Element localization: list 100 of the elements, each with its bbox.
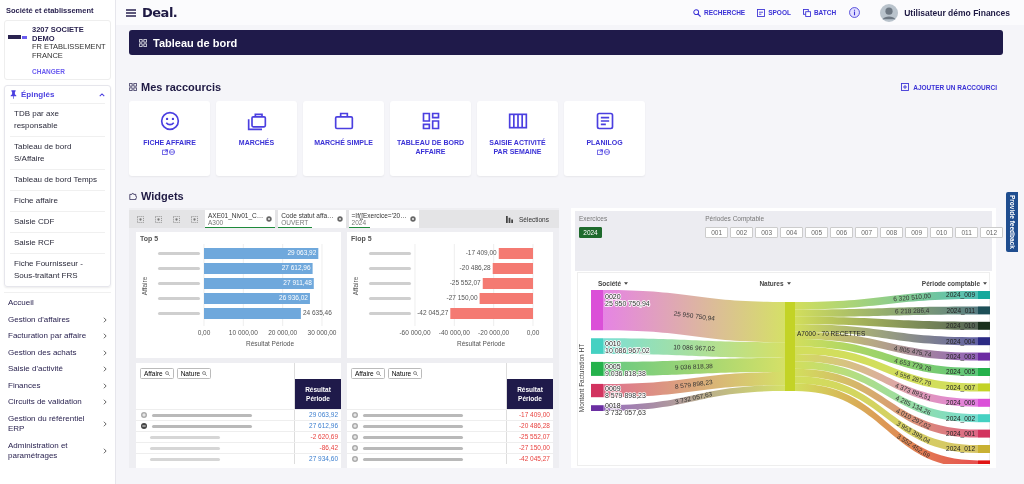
pinned-header[interactable]: Épinglés — [10, 86, 105, 103]
bar — [492, 263, 533, 274]
blurred-label — [369, 312, 411, 315]
pinned-item[interactable]: TDB par axe responsable — [10, 103, 105, 136]
caret-icon — [99, 92, 105, 97]
external-link-icon — [162, 149, 177, 155]
bar — [479, 293, 533, 304]
external-link-icon — [597, 149, 612, 155]
sankey-node[interactable] — [978, 337, 990, 346]
blurred-label — [150, 435, 220, 439]
caret-icon — [786, 282, 791, 285]
smiley-icon — [159, 111, 180, 131]
search-icon — [693, 8, 701, 17]
blurred-label — [150, 457, 220, 461]
chevron-icon — [103, 333, 107, 340]
columns-icon — [507, 111, 528, 131]
bar — [498, 248, 533, 259]
blurred-label — [158, 312, 200, 315]
search-icon — [164, 371, 170, 376]
sankey-node[interactable] — [978, 368, 990, 376]
chevron-icon — [103, 382, 107, 389]
chevron-icon — [103, 316, 107, 323]
sankey-node[interactable] — [978, 291, 990, 299]
dashboard-icon — [420, 111, 441, 131]
puzzle-icon — [129, 192, 137, 200]
section-title: Mes raccourcis — [141, 81, 222, 93]
user-name[interactable]: Utilisateur démo Finances — [904, 7, 1010, 18]
sankey-node[interactable] — [978, 352, 990, 361]
briefcase-icon — [333, 111, 354, 131]
list-icon — [757, 8, 766, 17]
search-icon — [375, 371, 381, 376]
sankey-node[interactable] — [978, 414, 990, 423]
dashboard-icon — [139, 38, 147, 47]
blurred-label — [369, 282, 411, 285]
clear-icon[interactable] — [409, 216, 416, 222]
search-icon — [202, 371, 208, 376]
blurred-label — [369, 252, 411, 255]
copy-icon — [802, 8, 811, 17]
chevron-icon — [103, 421, 107, 427]
pinned-item[interactable]: Fiche Fournisseur - Sous-traitant FRS — [10, 253, 105, 286]
tool-icon[interactable] — [173, 215, 180, 223]
blurred-label — [369, 297, 411, 300]
blurred-label — [150, 446, 220, 450]
sankey-node[interactable] — [591, 405, 603, 411]
pinned-item[interactable]: Saisie RCF — [10, 232, 105, 253]
sankey-node[interactable] — [978, 429, 990, 438]
blurred-label — [158, 252, 200, 255]
sankey-node[interactable] — [978, 321, 990, 330]
menu-item[interactable]: Gestion du référentiel ERP — [4, 410, 111, 438]
grid-icon — [129, 83, 137, 91]
menu-item[interactable]: Saisie d'activité — [4, 361, 111, 378]
info-icon[interactable] — [849, 7, 861, 18]
menu-item[interactable]: Facturation par affaire — [4, 328, 111, 345]
plus-icon — [901, 83, 910, 91]
sankey-node[interactable] — [591, 338, 603, 354]
expand-icon[interactable] — [141, 423, 147, 429]
chevron-icon — [103, 399, 107, 406]
sankey-node[interactable] — [591, 383, 603, 398]
menu-item[interactable]: Gestion des achats — [4, 344, 111, 361]
clear-icon[interactable] — [336, 216, 343, 222]
selections-icon — [506, 215, 513, 223]
tool-icon[interactable] — [137, 215, 144, 223]
caret-icon — [624, 282, 629, 285]
logo-icon — [8, 34, 28, 40]
section-title: Widgets — [141, 190, 184, 202]
pin-icon — [10, 90, 17, 99]
chevron-icon — [103, 349, 107, 356]
blurred-label — [158, 267, 200, 270]
menu-icon[interactable] — [126, 8, 136, 17]
chevron-icon — [103, 366, 107, 373]
sankey-node[interactable] — [978, 306, 990, 315]
menu-item[interactable]: Accueil — [4, 295, 111, 312]
blurred-label — [369, 267, 411, 270]
sankey-node[interactable] — [978, 383, 990, 392]
avatar-icon[interactable] — [880, 3, 899, 22]
pinned-item[interactable]: Tableau de bord S/Affaire — [10, 136, 105, 169]
menu-item[interactable]: Gestion d'affaires — [4, 311, 111, 328]
clear-icon[interactable] — [266, 216, 273, 222]
logo: Deal. — [142, 5, 178, 20]
bar — [482, 278, 533, 289]
sankey-node[interactable] — [978, 445, 990, 453]
search-icon — [413, 371, 419, 376]
pinned-item[interactable]: Saisie CDF — [10, 211, 105, 232]
menu-item[interactable]: Finances — [4, 377, 111, 394]
pinned-item[interactable]: Fiche affaire — [10, 190, 105, 211]
sankey-node[interactable] — [591, 290, 603, 331]
sankey-node[interactable] — [785, 302, 795, 391]
tool-icon[interactable] — [191, 215, 198, 223]
sankey-node[interactable] — [591, 361, 603, 376]
tool-icon[interactable] — [155, 215, 162, 223]
menu-item[interactable]: Administration et paramétrages — [4, 437, 111, 465]
sankey-node[interactable] — [978, 398, 990, 407]
caret-icon — [983, 282, 987, 285]
pinned-item[interactable]: Tableau de bord Temps — [10, 169, 105, 190]
blurred-label — [158, 297, 200, 300]
sankey-node[interactable] — [978, 460, 990, 464]
chevron-icon — [103, 448, 107, 454]
briefcases-icon — [246, 111, 267, 131]
page-title: Tableau de bord — [153, 36, 238, 49]
menu-item[interactable]: Circuits de validation — [4, 394, 111, 411]
